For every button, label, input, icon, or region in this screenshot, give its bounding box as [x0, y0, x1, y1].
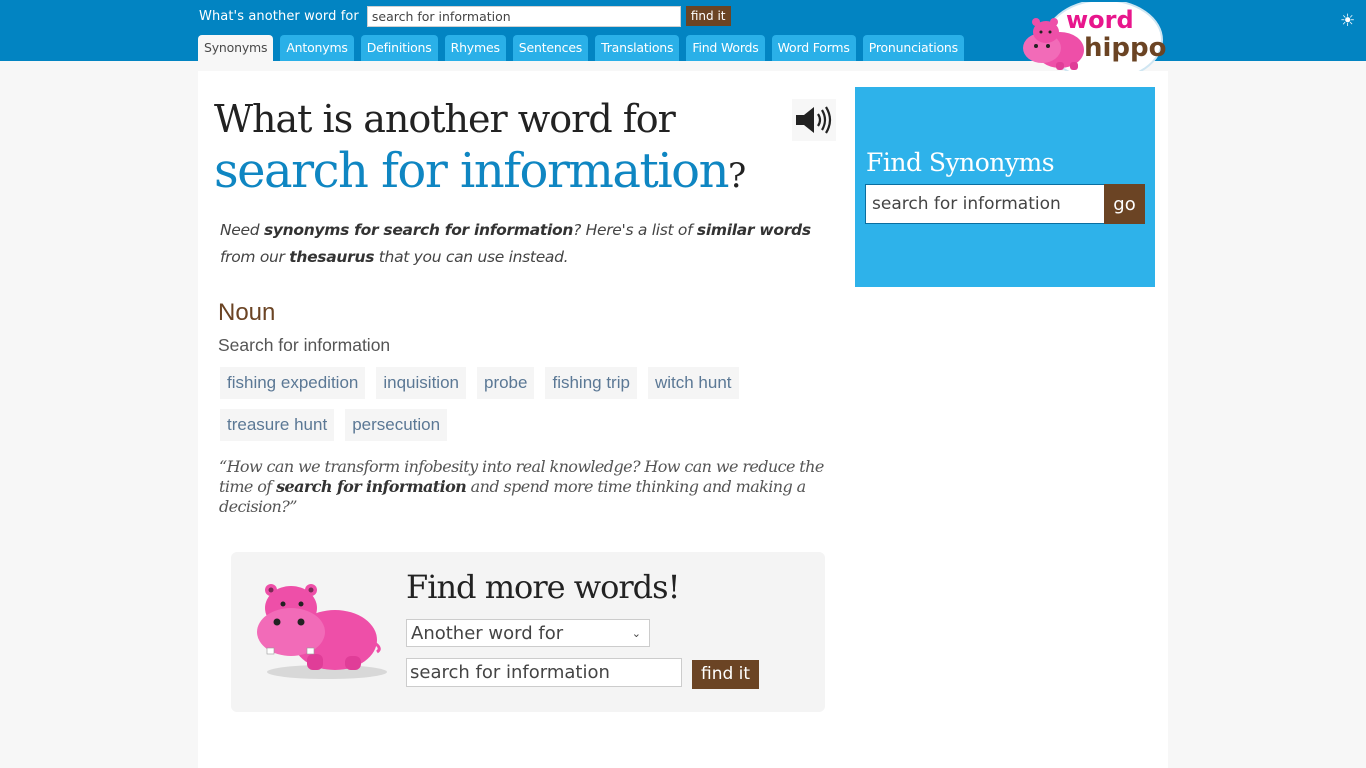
- intro-text-part: from our: [220, 248, 290, 266]
- title-term: search for information: [214, 143, 729, 199]
- tab-translations[interactable]: Translations: [595, 35, 680, 61]
- select-value: Another word for: [411, 622, 564, 644]
- tab-word-forms[interactable]: Word Forms: [771, 35, 856, 61]
- header-search-label: What's another word for: [199, 8, 359, 24]
- header-search-input[interactable]: [366, 5, 681, 27]
- find-more-words-box: Find more words! Another word for ⌄ find…: [231, 552, 825, 712]
- find-more-title: Find more words!: [406, 568, 680, 606]
- intro-bold: thesaurus: [289, 248, 375, 266]
- hippo-mascot-icon: [257, 584, 387, 679]
- synonym-item[interactable]: treasure hunt: [220, 409, 335, 441]
- go-button[interactable]: go: [1104, 184, 1145, 224]
- synonym-item[interactable]: witch hunt: [647, 367, 739, 399]
- find-synonyms-input[interactable]: [865, 184, 1105, 224]
- intro-text-part: ? Here's a list of: [573, 221, 697, 239]
- quote-bold: search for information: [276, 477, 467, 496]
- synonym-item[interactable]: probe: [476, 367, 535, 399]
- find-more-input[interactable]: [406, 658, 682, 687]
- word-type-select[interactable]: Another word for ⌄: [406, 619, 650, 647]
- synonym-item[interactable]: inquisition: [376, 367, 466, 399]
- page-title: What is another word for: [214, 97, 676, 141]
- tab-rhymes[interactable]: Rhymes: [444, 35, 506, 61]
- find-synonyms-panel: Find Synonyms go: [855, 87, 1155, 287]
- find-synonyms-title: Find Synonyms: [866, 148, 1055, 177]
- sun-icon[interactable]: ☀: [1340, 11, 1355, 31]
- word-sense: Search for information: [218, 335, 391, 355]
- tab-pronunciations[interactable]: Pronunciations: [862, 35, 964, 61]
- intro-bold: synonyms for search for information: [263, 221, 574, 239]
- pronounce-button[interactable]: [792, 99, 836, 141]
- header-search: What's another word for find it: [199, 5, 731, 27]
- header-find-button[interactable]: find it: [685, 6, 731, 26]
- hippo-logo-icon: word hippo: [1023, 0, 1167, 81]
- tab-antonyms[interactable]: Antonyms: [280, 35, 354, 61]
- tab-find-words[interactable]: Find Words: [686, 35, 765, 61]
- nav-tabs: Synonyms Antonyms Definitions Rhymes Sen…: [198, 35, 971, 61]
- intro-text-part: Need: [220, 221, 264, 239]
- page-content: What is another word for search for info…: [198, 71, 1168, 768]
- wordhippo-logo[interactable]: word hippo: [1016, 0, 1167, 82]
- tab-definitions[interactable]: Definitions: [360, 35, 438, 61]
- intro-text: Need synonyms for search for information…: [220, 217, 830, 271]
- part-of-speech: Noun: [218, 299, 276, 326]
- find-more-button[interactable]: find it: [692, 660, 760, 689]
- chevron-down-icon: ⌄: [631, 626, 641, 640]
- synonym-list: fishing expedition inquisition probe fis…: [220, 367, 780, 451]
- example-quote: “How can we transform infobesity into re…: [219, 457, 839, 517]
- svg-text:word: word: [1066, 6, 1134, 34]
- page-title-term: search for information?: [214, 143, 746, 199]
- synonym-item[interactable]: fishing trip: [545, 367, 637, 399]
- intro-text-part: that you can use instead.: [374, 248, 569, 266]
- synonym-item[interactable]: persecution: [345, 409, 448, 441]
- intro-bold: similar words: [696, 221, 811, 239]
- title-question-mark: ?: [727, 156, 746, 196]
- svg-text:hippo: hippo: [1084, 33, 1166, 63]
- synonym-item[interactable]: fishing expedition: [220, 367, 366, 399]
- speaker-icon: [796, 106, 832, 134]
- tab-sentences[interactable]: Sentences: [512, 35, 589, 61]
- tab-synonyms[interactable]: Synonyms: [198, 35, 274, 61]
